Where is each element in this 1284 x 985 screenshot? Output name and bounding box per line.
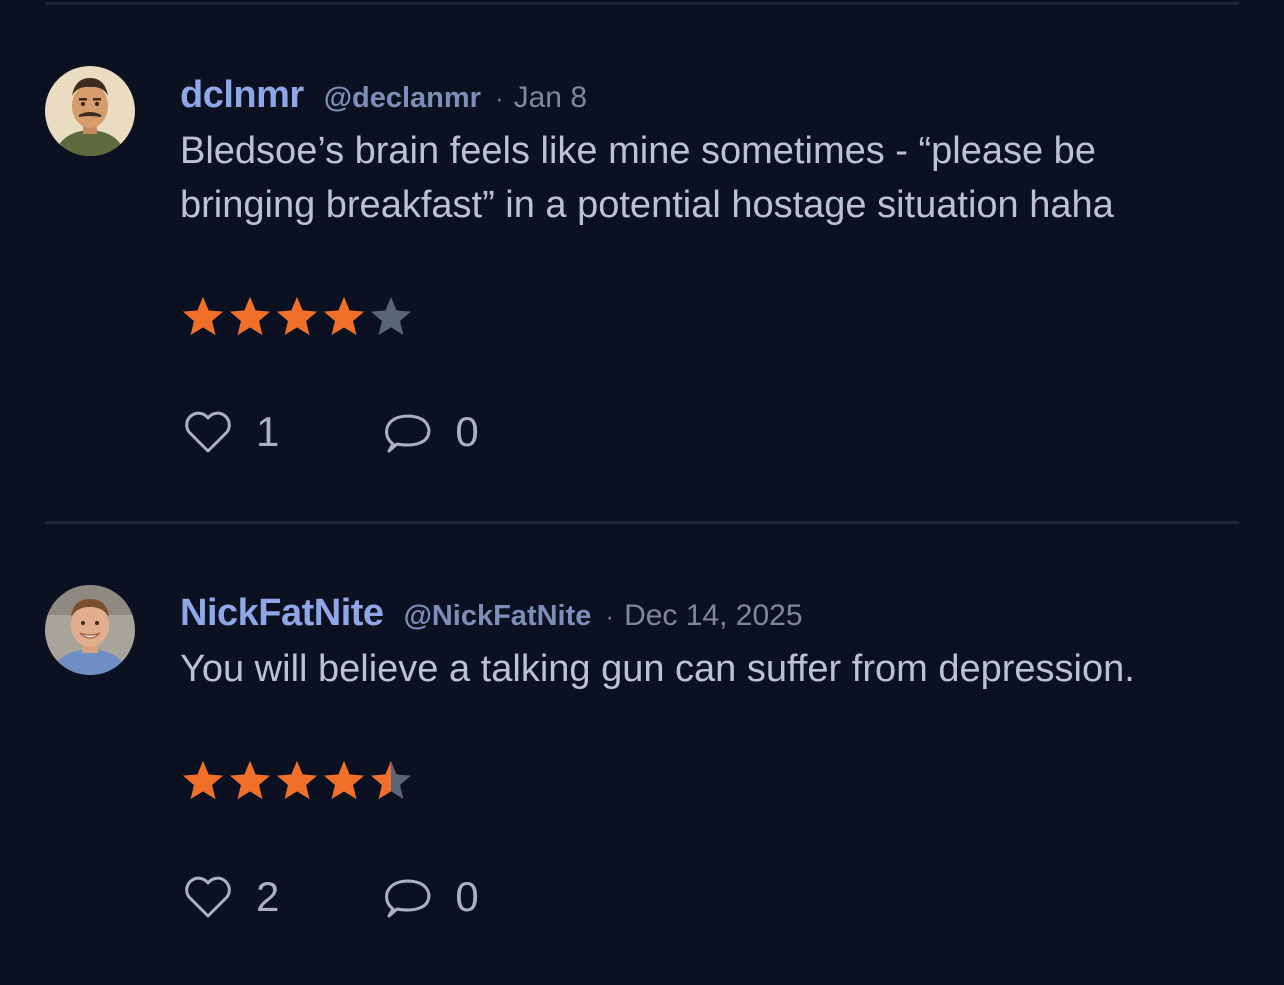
- star-icon: [230, 297, 270, 335]
- review-header: dclnmr @declanmr · Jan 8: [180, 74, 587, 117]
- avatar[interactable]: [45, 585, 135, 675]
- star-rating: [180, 294, 414, 340]
- separator-dot: ·: [605, 601, 615, 631]
- user-handle[interactable]: @NickFatNite: [404, 600, 592, 633]
- star-icon: [371, 761, 411, 799]
- like-button[interactable]: 1: [180, 404, 279, 460]
- star-icon: [277, 297, 317, 335]
- username[interactable]: dclnmr: [180, 74, 304, 117]
- divider-top: [45, 2, 1239, 5]
- heart-icon: [185, 411, 231, 453]
- comment-icon: [385, 879, 431, 918]
- star-rating: [180, 758, 414, 804]
- star-icon: [277, 761, 317, 799]
- like-button[interactable]: 2: [180, 869, 279, 925]
- like-count: 2: [256, 873, 280, 920]
- comment-button[interactable]: 0: [379, 404, 479, 460]
- user-handle[interactable]: @declanmr: [324, 82, 481, 115]
- avatar-image-photo: [45, 585, 135, 675]
- review-actions: 2 0: [180, 869, 479, 925]
- review-text: Bledsoe’s brain feels like mine sometime…: [180, 130, 1114, 226]
- star-icon: [183, 761, 223, 799]
- username[interactable]: NickFatNite: [180, 592, 384, 635]
- review-text: You will believe a talking gun can suffe…: [180, 648, 1135, 690]
- separator-dot: ·: [494, 83, 504, 113]
- review-header: NickFatNite @NickFatNite · Dec 14, 2025: [180, 592, 803, 635]
- star-icon: [183, 297, 223, 335]
- comment-button[interactable]: 0: [379, 869, 479, 925]
- review-date: Dec 14, 2025: [624, 599, 803, 632]
- star-icon: [371, 297, 411, 335]
- comment-count: 0: [455, 873, 479, 920]
- review-date: Jan 8: [513, 81, 587, 114]
- review-actions: 1 0: [180, 404, 479, 460]
- star-icon: [324, 297, 364, 335]
- star-icon: [230, 761, 270, 799]
- like-count: 1: [256, 408, 280, 455]
- comment-icon: [385, 414, 431, 453]
- heart-icon: [185, 876, 231, 918]
- divider: [45, 521, 1239, 524]
- avatar-image-cartoon: [45, 66, 135, 156]
- avatar[interactable]: [45, 66, 135, 156]
- star-icon: [324, 761, 364, 799]
- comment-count: 0: [455, 408, 479, 455]
